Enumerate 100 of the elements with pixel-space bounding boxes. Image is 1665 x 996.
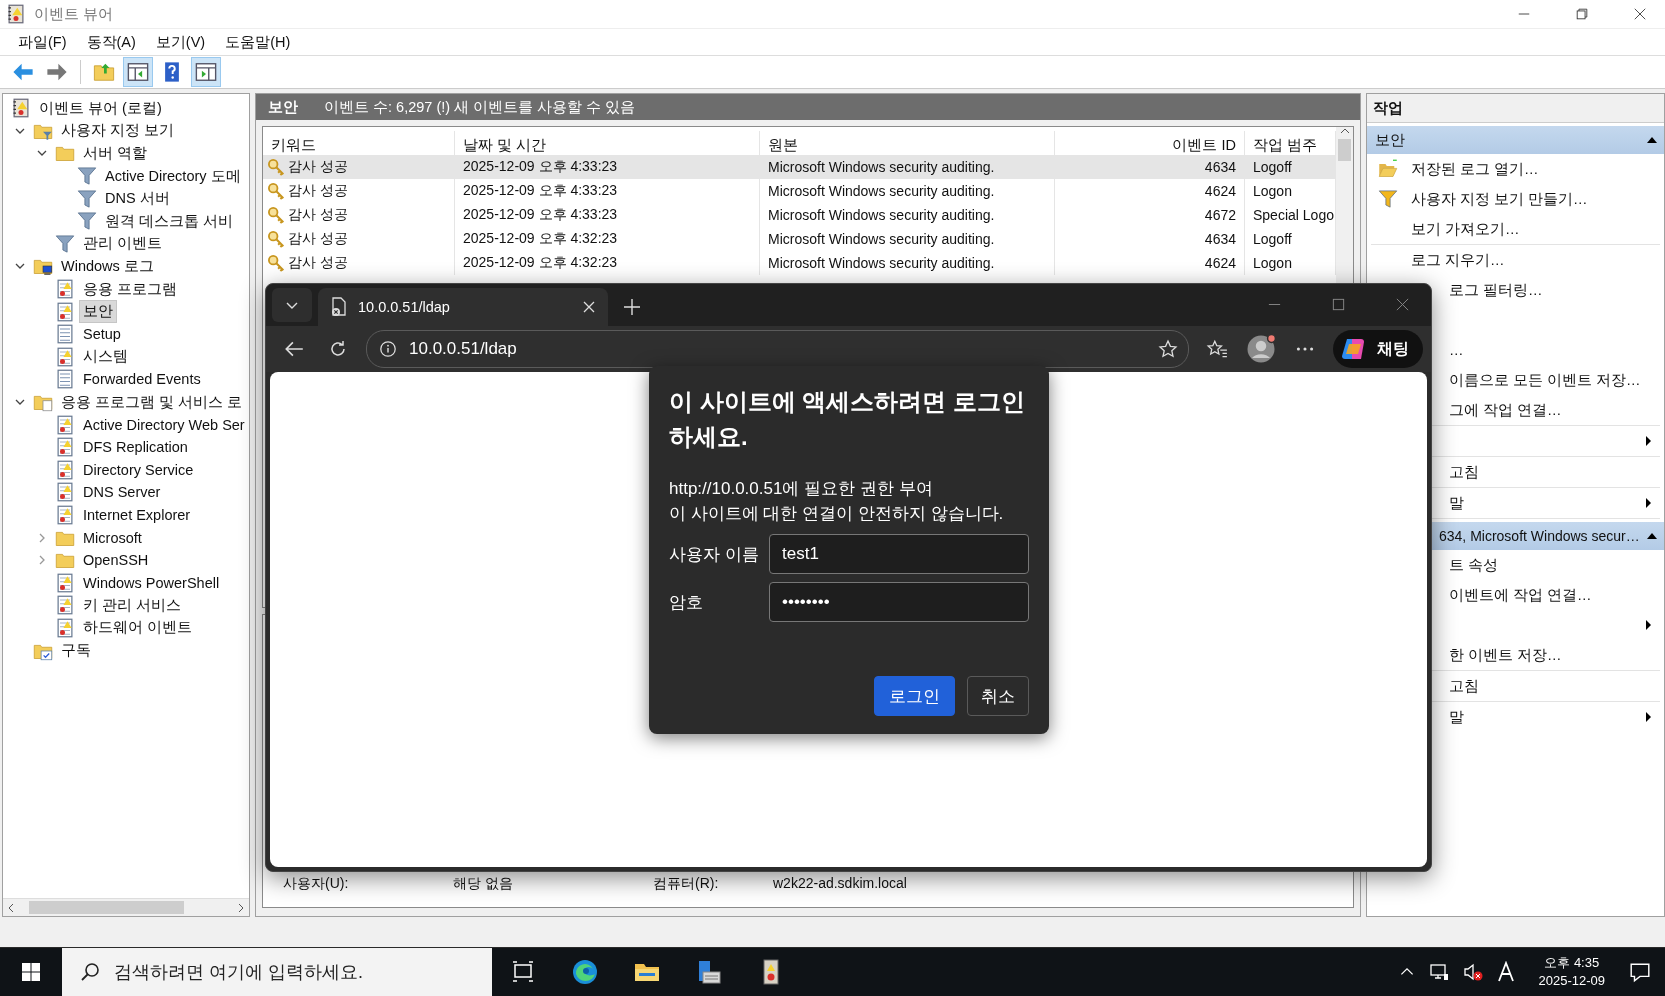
menu-item[interactable]: 보기(V) bbox=[145, 29, 216, 55]
event-count: 이벤트 수: 6,297 (!) 새 이벤트를 사용할 수 있음 bbox=[324, 97, 636, 117]
filter-icon bbox=[77, 211, 97, 232]
tree-item[interactable]: Setup bbox=[79, 324, 125, 345]
clock-time: 오후 4:35 bbox=[1544, 954, 1600, 972]
tree-item[interactable]: Windows PowerShell bbox=[79, 572, 224, 593]
action-item[interactable]: 말 bbox=[1449, 707, 1633, 727]
refresh-icon[interactable] bbox=[328, 339, 348, 359]
scrollbar-thumb[interactable] bbox=[1338, 139, 1351, 161]
collapse-triangle-icon[interactable] bbox=[1646, 136, 1658, 144]
tree-item[interactable]: Forwarded Events bbox=[79, 369, 205, 390]
tree-item[interactable]: 하드웨어 이벤트 bbox=[79, 616, 197, 640]
tree-item[interactable]: 서버 역할 bbox=[79, 142, 152, 165]
action-item[interactable]: 이벤트에 작업 연결… bbox=[1449, 585, 1652, 605]
table-cell: 2025-12-09 오후 4:33:23 bbox=[455, 179, 760, 203]
table-row[interactable]: 감사 성공 bbox=[263, 179, 455, 203]
action-item[interactable]: 고침 bbox=[1449, 676, 1652, 696]
tree-item[interactable]: 보안 bbox=[79, 300, 117, 324]
volume-muted-icon[interactable] bbox=[1462, 962, 1483, 982]
action-item[interactable]: 이름으로 모든 이벤트 저장… bbox=[1449, 370, 1652, 390]
browser-tab[interactable]: 10.0.0.51/ldap bbox=[318, 288, 608, 326]
input-field[interactable]: •••••••• bbox=[769, 582, 1029, 622]
action-item[interactable]: 한 이벤트 저장… bbox=[1449, 645, 1652, 665]
tree-item[interactable]: OpenSSH bbox=[79, 550, 153, 571]
tree-item[interactable]: 키 관리 서비스 bbox=[79, 593, 186, 617]
tree-item[interactable]: 사용자 지정 보기 bbox=[57, 119, 179, 143]
section-title[interactable]: 보안 bbox=[1375, 130, 1405, 150]
menu-item[interactable]: 파일(F) bbox=[8, 29, 77, 55]
log-icon bbox=[55, 459, 75, 480]
collapse-triangle-icon[interactable] bbox=[1646, 532, 1658, 540]
tree-item[interactable]: 응용 프로그램 bbox=[79, 277, 182, 301]
action-item[interactable]: 로그 지우기… bbox=[1411, 250, 1652, 270]
submenu-arrow-icon[interactable] bbox=[1645, 711, 1652, 723]
tree-item[interactable]: Microsoft bbox=[79, 527, 146, 548]
notification-icon[interactable] bbox=[1629, 961, 1651, 983]
action-item[interactable]: 고침 bbox=[1449, 462, 1652, 482]
restore-icon[interactable] bbox=[1575, 7, 1589, 21]
table-row[interactable]: 감사 성공 bbox=[263, 203, 455, 227]
action-item[interactable]: 말 bbox=[1449, 493, 1633, 513]
plus-icon[interactable] bbox=[622, 297, 642, 317]
filter-icon bbox=[77, 166, 97, 187]
tree-item[interactable]: 원격 데스크톱 서비 bbox=[101, 209, 238, 233]
tree-item[interactable]: Active Directory 도메 bbox=[101, 164, 245, 188]
table-cell: Microsoft Windows security auditing. bbox=[760, 251, 1055, 275]
chevron-icon[interactable] bbox=[15, 397, 25, 407]
close-icon[interactable] bbox=[1633, 7, 1647, 21]
submenu-arrow-icon[interactable] bbox=[1645, 619, 1652, 631]
document-error-icon bbox=[330, 297, 348, 317]
favorites-icon[interactable] bbox=[1206, 338, 1228, 360]
submenu-arrow-icon[interactable] bbox=[1645, 435, 1652, 447]
table-row[interactable]: 감사 성공 bbox=[263, 251, 455, 275]
menu-item[interactable]: 도움말(H) bbox=[215, 29, 301, 55]
search-field[interactable]: 검색하려면 여기에 입력하세요. bbox=[62, 948, 492, 996]
input-indicator-icon[interactable] bbox=[1496, 961, 1515, 983]
table-row[interactable]: 감사 성공 bbox=[263, 155, 455, 179]
cancel-button[interactable]: 취소 bbox=[967, 676, 1029, 716]
chat-button[interactable]: 채팅 bbox=[1333, 330, 1423, 368]
tree-item[interactable]: 응용 프로그램 및 서비스 로 bbox=[57, 390, 247, 414]
action-pane-icon[interactable] bbox=[195, 61, 217, 83]
tree-item[interactable]: Directory Service bbox=[79, 459, 198, 480]
action-item[interactable]: 저장된 로그 열기… bbox=[1411, 159, 1652, 179]
info-icon[interactable] bbox=[379, 340, 397, 358]
input-field[interactable]: test1 bbox=[769, 534, 1029, 574]
start-icon[interactable] bbox=[21, 962, 41, 982]
tree-pane-icon[interactable] bbox=[127, 61, 149, 83]
scroll-left-icon[interactable] bbox=[7, 902, 15, 913]
action-item[interactable]: … bbox=[1449, 342, 1652, 358]
folder-up-icon[interactable] bbox=[93, 61, 115, 83]
tree-item[interactable]: DNS Server bbox=[79, 482, 165, 503]
submenu-arrow-icon[interactable] bbox=[1645, 497, 1652, 509]
forward-arrow-icon[interactable] bbox=[46, 61, 68, 83]
action-item[interactable]: 트 속성 bbox=[1449, 555, 1652, 575]
action-item[interactable]: 사용자 지정 보기 만들기… bbox=[1411, 189, 1652, 209]
action-item[interactable]: 로그 필터링… bbox=[1449, 280, 1652, 300]
table-cell: 2025-12-09 오후 4:33:23 bbox=[455, 203, 760, 227]
tree-item[interactable]: Internet Explorer bbox=[79, 505, 195, 525]
action-item[interactable]: 보기 가져오기… bbox=[1411, 219, 1652, 239]
close-icon[interactable] bbox=[1394, 296, 1410, 312]
table-row[interactable]: 감사 성공 bbox=[263, 227, 455, 251]
action-item[interactable]: 그에 작업 연결… bbox=[1449, 400, 1652, 420]
network-icon[interactable] bbox=[1428, 962, 1449, 982]
star-icon[interactable] bbox=[1158, 339, 1178, 359]
maximize-icon[interactable] bbox=[1330, 296, 1346, 312]
clock[interactable]: 오후 4:35 2025-12-09 bbox=[1528, 954, 1615, 990]
tree-item[interactable]: DFS Replication bbox=[79, 437, 192, 458]
scroll-right-icon[interactable] bbox=[237, 902, 245, 913]
tree-item[interactable]: Windows 로그 bbox=[57, 254, 158, 278]
avatar-icon[interactable] bbox=[1246, 334, 1276, 364]
tree-item[interactable]: 이벤트 뷰어 (로컬) bbox=[35, 96, 166, 120]
scrollbar-thumb[interactable] bbox=[29, 901, 184, 914]
tree-item[interactable]: Active Directory Web Ser bbox=[79, 414, 249, 435]
scroll-up-icon[interactable] bbox=[1339, 127, 1350, 135]
tree-item[interactable]: 관리 이벤트 bbox=[79, 232, 167, 256]
tree-item[interactable]: DNS 서버 bbox=[101, 187, 174, 211]
browser-icon[interactable] bbox=[571, 958, 599, 986]
table-cell: Microsoft Windows security auditing. bbox=[760, 155, 1055, 179]
login-button[interactable]: 로그인 bbox=[874, 676, 955, 716]
tree-item[interactable]: 시스템 bbox=[79, 345, 132, 369]
tree-item[interactable]: 구독 bbox=[57, 639, 95, 663]
menu-item[interactable]: 동작(A) bbox=[76, 29, 146, 55]
